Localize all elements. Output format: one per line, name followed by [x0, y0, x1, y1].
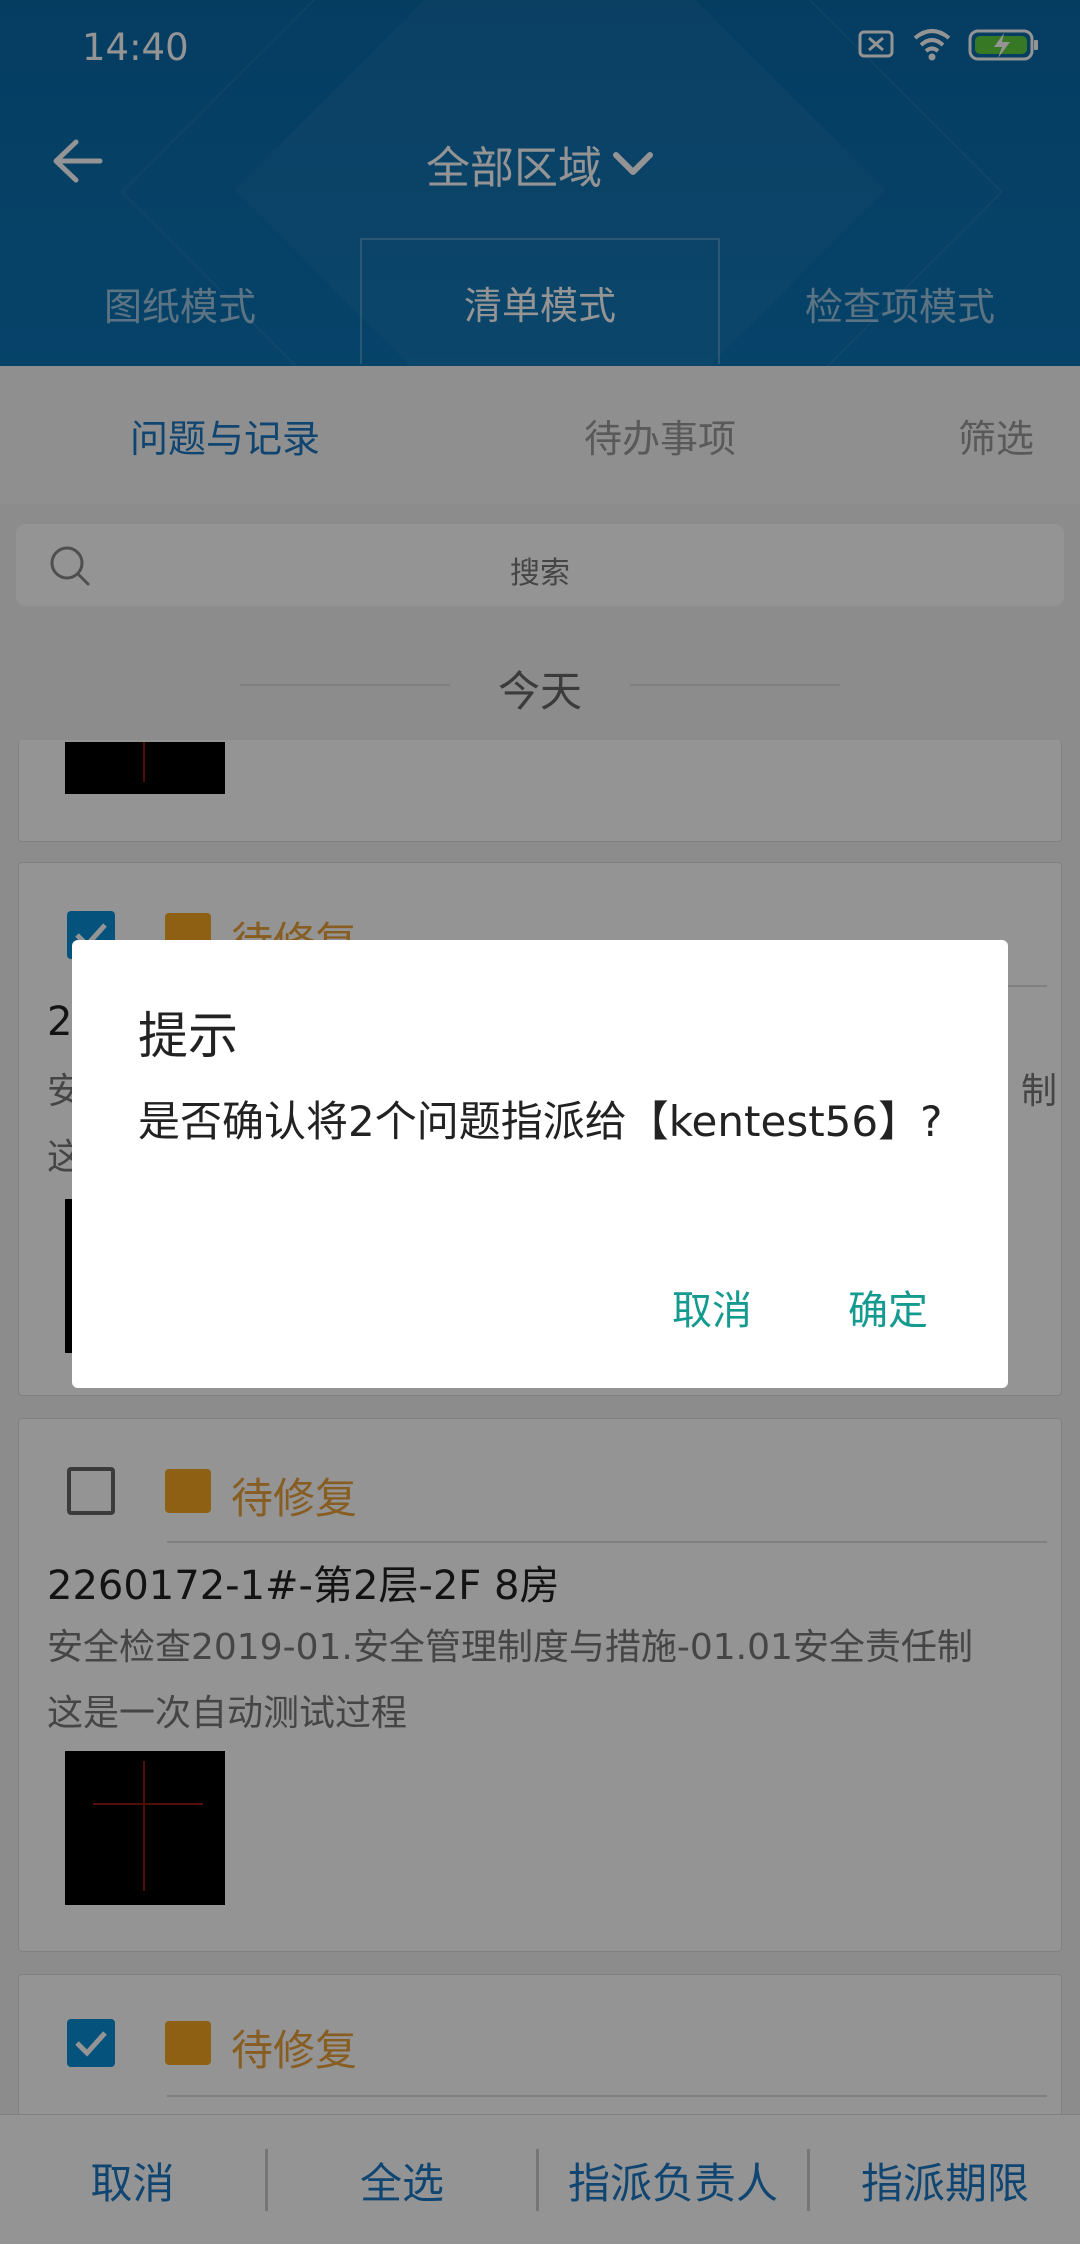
dialog-confirm-button[interactable]: 确定	[848, 1278, 928, 1336]
dialog-cancel-button[interactable]: 取消	[672, 1278, 752, 1336]
dialog-title: 提示	[138, 1007, 238, 1065]
confirm-dialog: 提示 是否确认将2个问题指派给【kentest56】? 取消 确定	[72, 940, 1008, 1388]
dialog-message: 是否确认将2个问题指派给【kentest56】?	[138, 1097, 943, 1146]
